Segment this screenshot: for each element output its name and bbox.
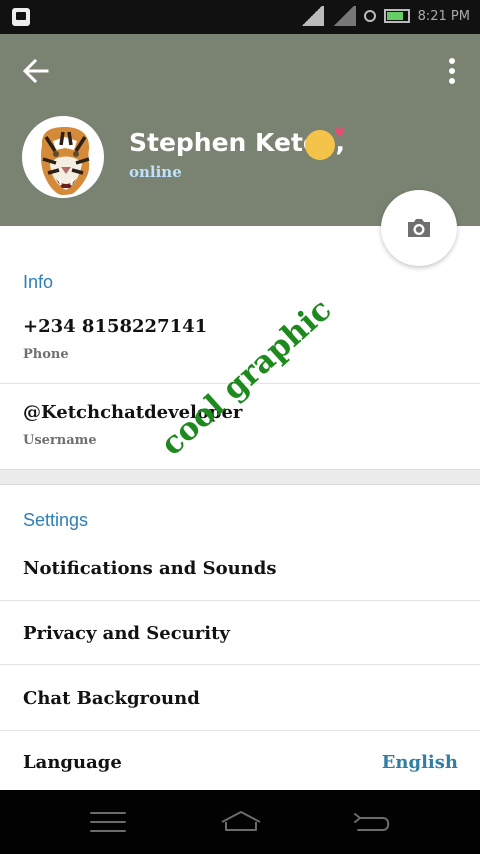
kiss-emoji-icon <box>305 122 345 160</box>
menu-dot <box>449 68 455 74</box>
battery-icon <box>383 9 410 23</box>
phone-label: Phone <box>23 347 69 362</box>
chat-background-item[interactable]: Chat Background <box>23 688 200 709</box>
back-icon-svg <box>354 813 390 831</box>
menu-dot <box>449 78 455 84</box>
avatar[interactable] <box>22 116 104 198</box>
section-separator <box>0 469 480 485</box>
username-label: Username <box>23 433 97 448</box>
menu-icon[interactable] <box>89 810 127 834</box>
arrow-left-icon[interactable] <box>22 58 50 84</box>
menu-icon-svg <box>90 812 126 832</box>
bbm-icon <box>12 8 30 26</box>
cool-graphic-watermark: cool graphic <box>154 291 339 463</box>
signal-icon <box>331 6 356 26</box>
camera-icon <box>408 219 430 237</box>
language-item[interactable]: Language <box>23 752 122 773</box>
navigation-bar <box>0 790 480 854</box>
notifications-and-sounds-item[interactable]: Notifications and Sounds <box>23 558 276 579</box>
signal-icon <box>299 6 324 26</box>
privacy-and-security-item[interactable]: Privacy and Security <box>23 623 230 644</box>
phone-value[interactable]: +234 8158227141 <box>23 316 207 337</box>
info-section-title: Info <box>23 272 54 292</box>
home-icon-svg <box>221 811 261 831</box>
online-status: online <box>129 163 182 181</box>
arrow-left-icon-svg <box>22 58 49 84</box>
divider <box>0 600 480 601</box>
more-vert-icon[interactable] <box>448 58 456 84</box>
status-time: 8:21 PM <box>417 8 470 24</box>
back-icon[interactable] <box>352 810 390 834</box>
change-photo-button[interactable] <box>381 190 457 266</box>
home-icon[interactable] <box>220 810 261 834</box>
tiger-avatar-image <box>25 119 101 195</box>
alarm-icon <box>363 10 376 22</box>
settings-section-title: Settings <box>23 510 89 530</box>
divider <box>0 730 480 731</box>
status-icons: 8:21 PM <box>299 6 470 26</box>
divider <box>0 664 480 665</box>
menu-dot <box>449 58 455 64</box>
status-bar: 8:21 PM <box>0 0 480 34</box>
language-value[interactable]: English <box>382 752 458 773</box>
